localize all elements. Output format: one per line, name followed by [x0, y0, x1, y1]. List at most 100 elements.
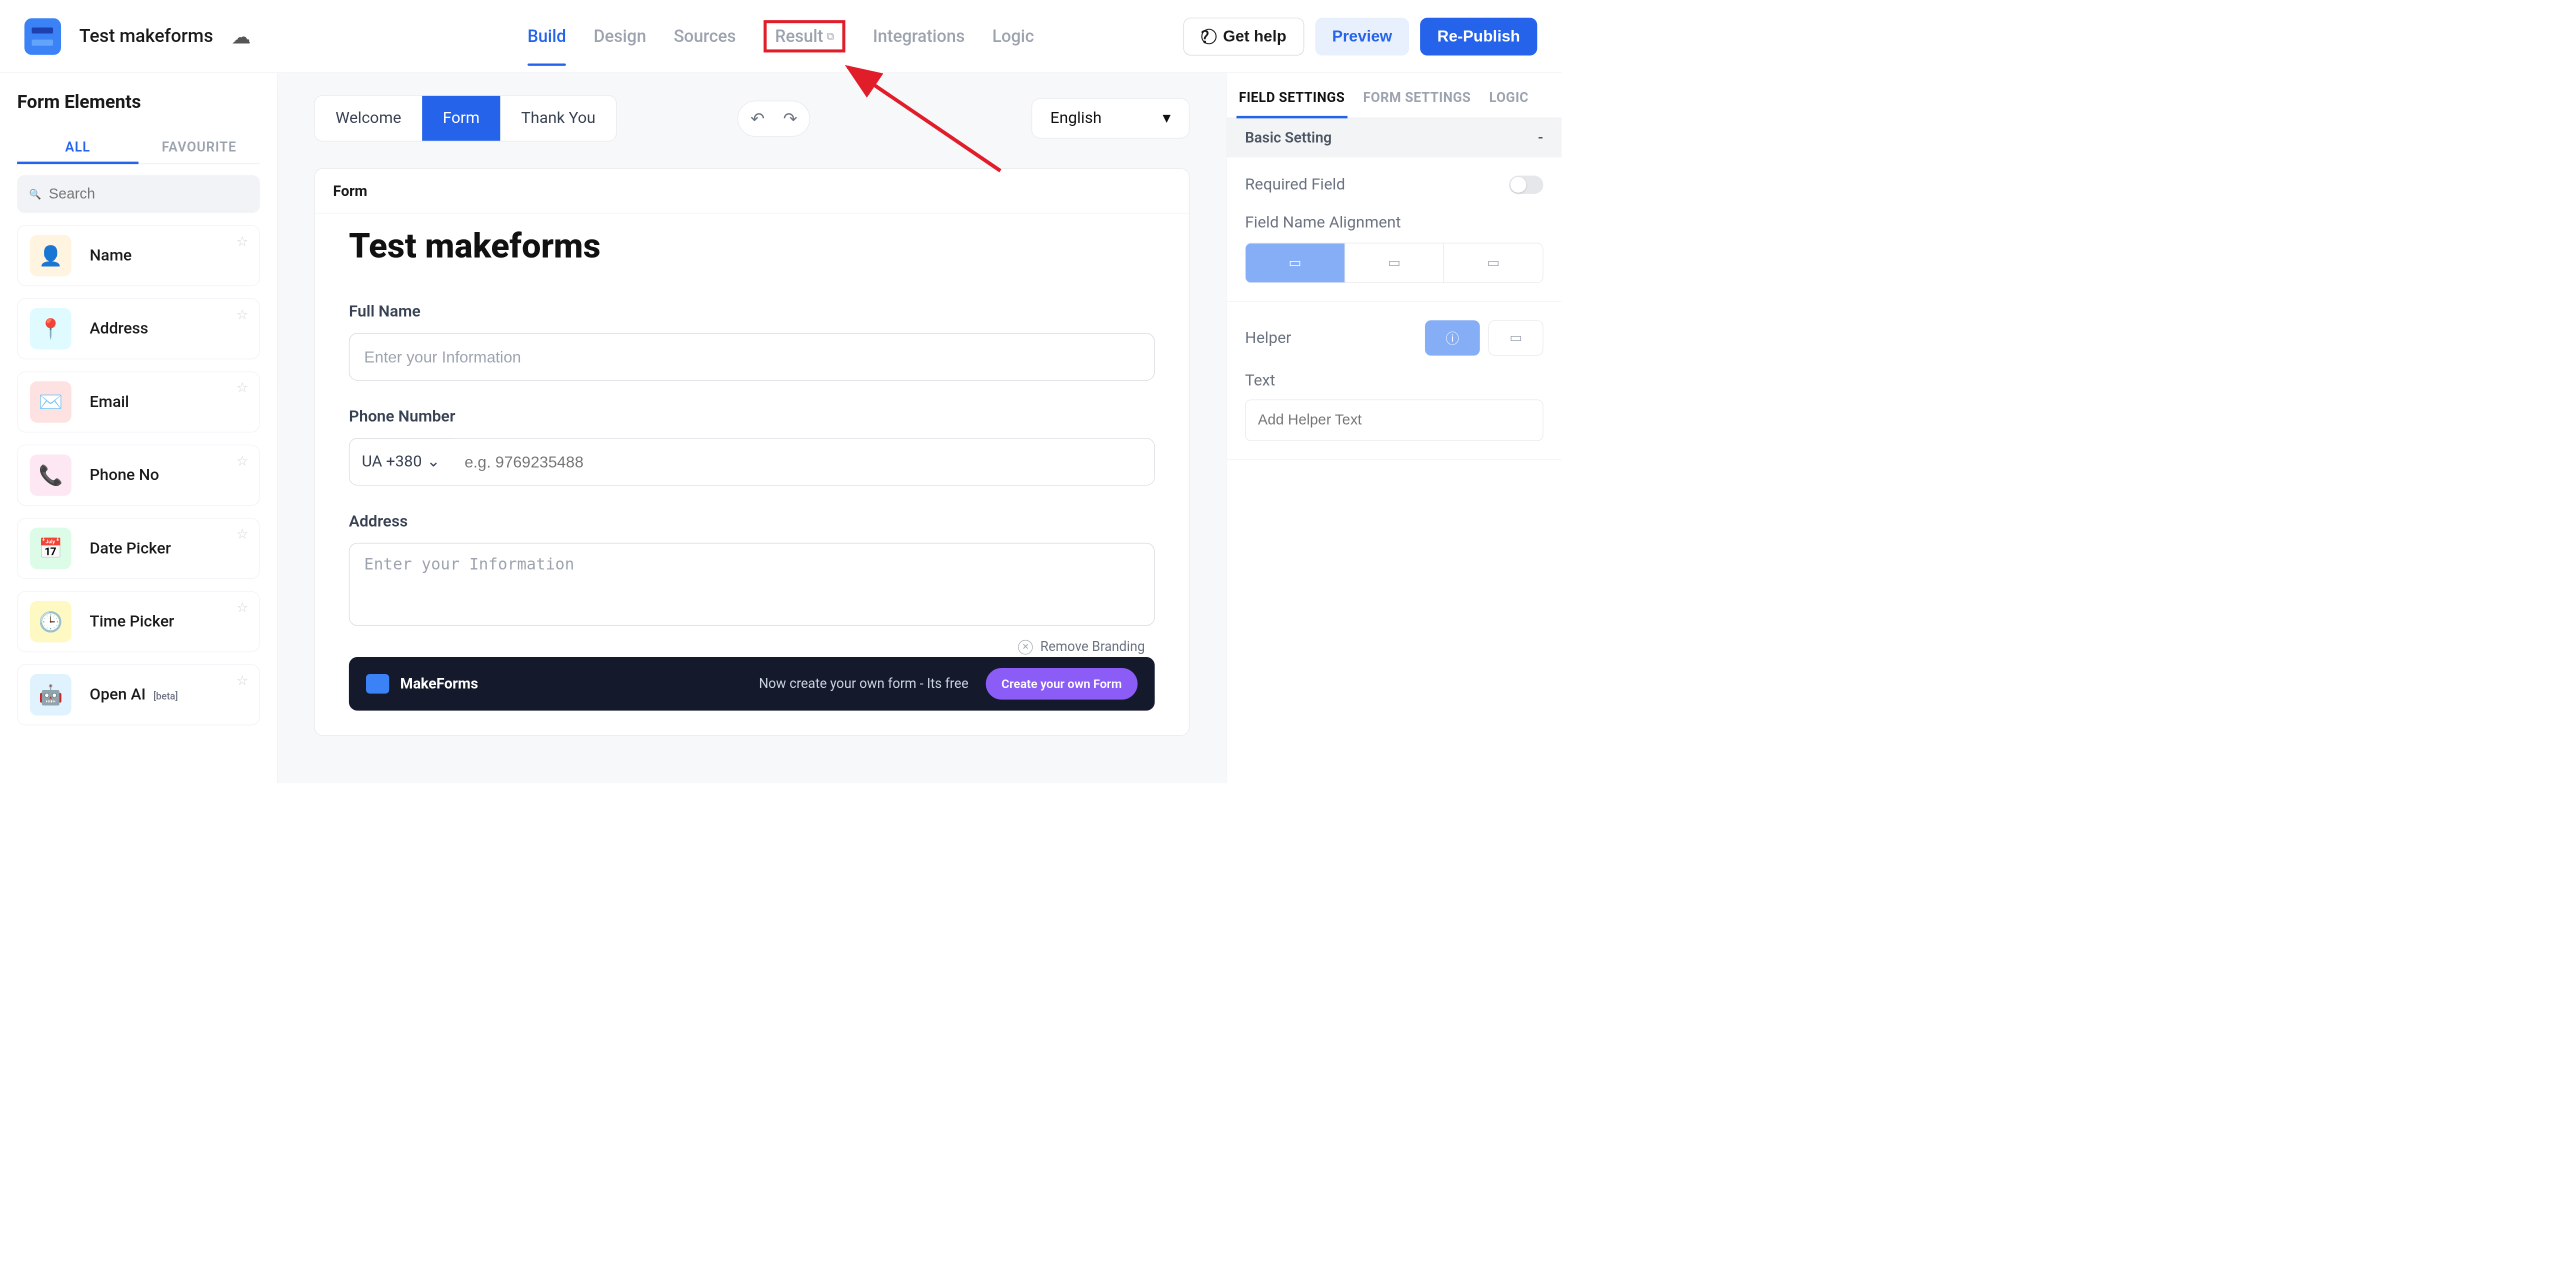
required-toggle[interactable]	[1509, 176, 1543, 194]
element-open-ai[interactable]: 🤖 Open AI [beta] ☆	[17, 664, 260, 725]
align-right-button[interactable]: ▭	[1444, 243, 1543, 282]
nav-build[interactable]: Build	[528, 20, 567, 52]
tab-field-settings[interactable]: FIELD SETTINGS	[1239, 90, 1345, 117]
section-basic-setting[interactable]: Basic Setting -	[1227, 118, 1562, 157]
elements-search[interactable]: 🔍	[17, 175, 260, 213]
field-address[interactable]: Address	[349, 512, 1155, 628]
element-time-picker[interactable]: 🕒 Time Picker ☆	[17, 591, 260, 652]
helper-inline-button[interactable]: ▭	[1488, 320, 1543, 355]
align-left-button[interactable]: ▭	[1246, 243, 1345, 282]
element-email[interactable]: ✉️ Email ☆	[17, 371, 260, 432]
redo-icon[interactable]: ↷	[783, 108, 797, 128]
beta-badge: [beta]	[153, 691, 178, 703]
form-canvas: Welcome Form Thank You ↶ ↷ English ▾ For…	[278, 73, 1227, 783]
field-full-name[interactable]: Full Name	[349, 303, 1155, 381]
header-actions: ？⃝ Get help Preview Re-Publish	[1183, 17, 1537, 55]
sidebar-title: Form Elements	[17, 92, 260, 113]
helper-text-input[interactable]	[1245, 400, 1543, 441]
promo-cta-button[interactable]: Create your own Form	[986, 668, 1138, 700]
name-element-icon: 👤	[30, 235, 71, 276]
chevron-down-icon: ▾	[1163, 109, 1171, 127]
align-center-button[interactable]: ▭	[1345, 243, 1444, 282]
promo-tagline: Now create your own form - Its free	[759, 676, 969, 691]
language-value: English	[1050, 109, 1101, 127]
element-date-picker[interactable]: 📅 Date Picker ☆	[17, 518, 260, 579]
address-element-icon: 📍	[30, 308, 71, 349]
canvas-toolbar: Welcome Form Thank You ↶ ↷ English ▾	[314, 95, 1189, 141]
element-label: Email	[90, 393, 129, 411]
step-tabs: Welcome Form Thank You	[314, 95, 617, 141]
tab-logic[interactable]: LOGIC	[1489, 90, 1528, 117]
openai-element-icon: 🤖	[30, 674, 71, 715]
preview-button[interactable]: Preview	[1315, 17, 1409, 55]
field-phone-number[interactable]: Phone Number UA +380 ⌄	[349, 407, 1155, 485]
makeforms-logo-icon	[366, 674, 389, 694]
step-welcome[interactable]: Welcome	[315, 96, 422, 141]
promo-banner: MakeForms Now create your own form - Its…	[349, 657, 1155, 711]
nav-logic[interactable]: Logic	[992, 20, 1034, 52]
step-form[interactable]: Form	[422, 96, 500, 141]
settings-tabs: FIELD SETTINGS FORM SETTINGS LOGIC	[1227, 73, 1562, 118]
undo-icon[interactable]: ↶	[750, 108, 764, 128]
favourite-star-icon[interactable]: ☆	[236, 454, 248, 469]
cloud-sync-icon[interactable]: ☁	[231, 25, 251, 48]
field-label: Phone Number	[349, 407, 1155, 425]
time-element-icon: 🕒	[30, 601, 71, 642]
helper-label: Helper	[1245, 329, 1291, 347]
external-link-icon: ⧉	[827, 30, 834, 42]
favourite-star-icon[interactable]: ☆	[236, 234, 248, 249]
helper-tooltip-button[interactable]: ⓘ	[1425, 320, 1480, 355]
alignment-label: Field Name Alignment	[1245, 214, 1543, 232]
sidebar-tab-favourite[interactable]: FAVOURITE	[138, 131, 259, 163]
date-element-icon: 📅	[30, 528, 71, 569]
favourite-star-icon[interactable]: ☆	[236, 381, 248, 396]
promo-brand: MakeForms	[400, 675, 478, 692]
setting-required: Required Field	[1245, 176, 1543, 194]
sidebar-tabs: ALL FAVOURITE	[17, 131, 260, 164]
undo-redo: ↶ ↷	[738, 100, 811, 136]
republish-button[interactable]: Re-Publish	[1420, 17, 1537, 55]
country-code-select[interactable]: UA +380 ⌄	[350, 439, 453, 485]
favourite-star-icon[interactable]: ☆	[236, 673, 248, 688]
remove-branding-label[interactable]: Remove Branding	[1040, 639, 1145, 654]
sidebar-tab-all[interactable]: ALL	[17, 131, 138, 163]
help-icon: ？⃝	[1201, 25, 1217, 48]
element-phone[interactable]: 📞 Phone No ☆	[17, 445, 260, 506]
elements-sidebar: Form Elements ALL FAVOURITE 🔍 👤 Name ☆ 📍…	[0, 73, 278, 783]
nav-result-label: Result	[775, 26, 823, 46]
form-card-title: Form	[315, 169, 1189, 214]
full-name-input[interactable]	[349, 333, 1155, 381]
nav-integrations[interactable]: Integrations	[873, 20, 965, 52]
element-label-text: Open AI	[90, 686, 146, 704]
language-select[interactable]: English ▾	[1031, 98, 1189, 138]
section-title: Basic Setting	[1245, 129, 1332, 146]
nav-result[interactable]: Result ⧉	[763, 20, 845, 52]
field-label: Address	[349, 512, 1155, 530]
helper-text-label: Text	[1245, 371, 1543, 389]
phone-input[interactable]	[452, 439, 1154, 485]
favourite-star-icon[interactable]: ☆	[236, 527, 248, 542]
collapse-icon[interactable]: -	[1538, 129, 1543, 146]
element-address[interactable]: 📍 Address ☆	[17, 298, 260, 359]
search-input[interactable]	[49, 185, 248, 202]
close-icon[interactable]: ✕	[1018, 640, 1033, 655]
form-title[interactable]: Test makeforms	[349, 226, 1155, 266]
tab-form-settings[interactable]: FORM SETTINGS	[1363, 90, 1471, 117]
address-input[interactable]	[349, 543, 1155, 626]
element-label: Name	[90, 246, 132, 264]
favourite-star-icon[interactable]: ☆	[236, 600, 248, 615]
element-label: Open AI [beta]	[90, 686, 178, 704]
element-name[interactable]: 👤 Name ☆	[17, 225, 260, 286]
nav-sources[interactable]: Sources	[674, 20, 736, 52]
remove-branding-row: ✕ Remove Branding	[349, 634, 1155, 657]
form-name[interactable]: Test makeforms	[79, 26, 213, 47]
field-label: Full Name	[349, 303, 1155, 321]
email-element-icon: ✉️	[30, 381, 71, 422]
favourite-star-icon[interactable]: ☆	[236, 307, 248, 322]
element-label: Address	[90, 320, 149, 338]
step-thank-you[interactable]: Thank You	[500, 96, 616, 141]
search-icon: 🔍	[29, 188, 41, 200]
get-help-button[interactable]: ？⃝ Get help	[1183, 17, 1304, 55]
chevron-down-icon: ⌄	[427, 453, 440, 471]
nav-design[interactable]: Design	[594, 20, 647, 52]
